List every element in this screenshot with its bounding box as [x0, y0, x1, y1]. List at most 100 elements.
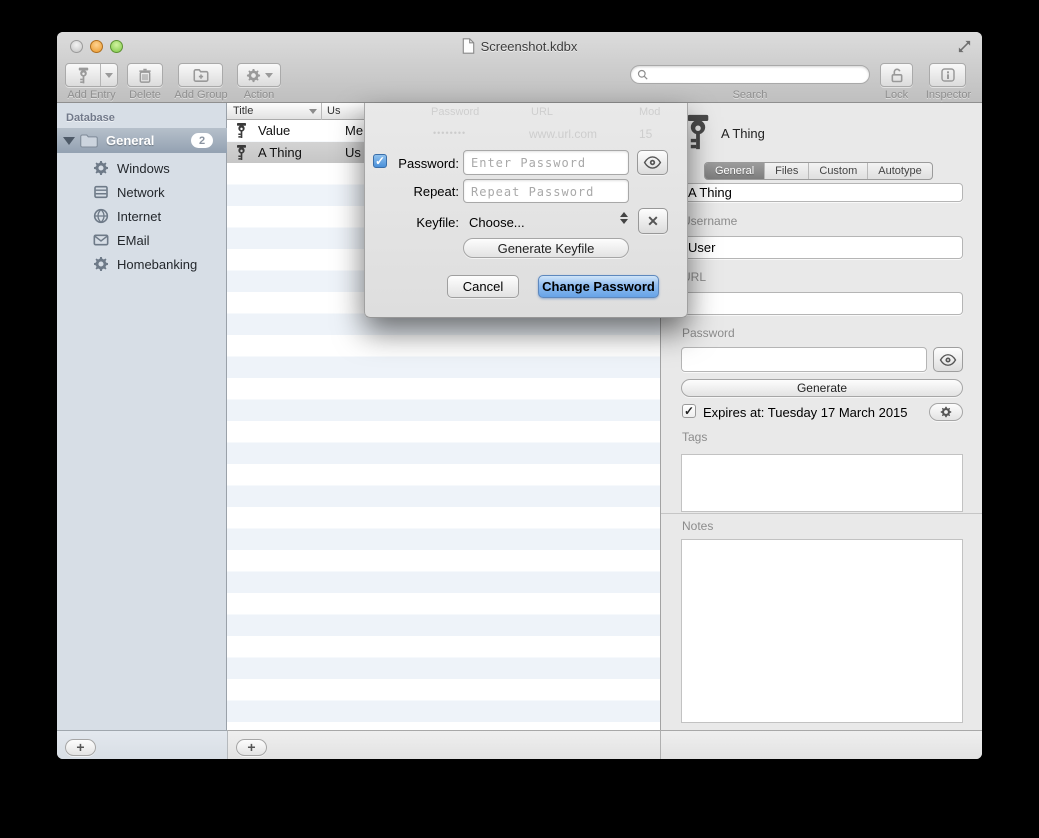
section-divider — [661, 513, 982, 514]
sidebar-group-label: General — [106, 133, 154, 148]
inspector-button[interactable] — [929, 63, 966, 87]
username-field[interactable] — [681, 236, 963, 259]
gear-icon — [93, 256, 109, 272]
change-password-label: Change Password — [542, 279, 655, 294]
entry-title: A Thing — [258, 145, 323, 160]
ghost-url-value: www.url.com — [529, 127, 597, 141]
tab-custom[interactable]: Custom — [809, 163, 868, 179]
keyfile-popup-button[interactable]: Choose... — [469, 215, 525, 230]
key-icon — [78, 67, 89, 84]
chevron-down-icon — [265, 73, 273, 78]
action-label: Action — [237, 89, 281, 101]
sheet-reveal-password-button[interactable] — [637, 150, 668, 175]
tab-autotype[interactable]: Autotype — [868, 163, 931, 179]
window-title: Screenshot.kdbx — [481, 39, 578, 54]
gear-icon — [940, 406, 952, 418]
notes-label: Notes — [682, 519, 713, 533]
lock-label: Lock — [869, 89, 924, 101]
folder-icon — [80, 134, 98, 148]
action-button[interactable] — [237, 63, 281, 87]
tags-textarea[interactable] — [681, 454, 963, 512]
envelope-icon — [93, 232, 109, 248]
sort-descending-icon — [309, 109, 317, 114]
sidebar-item-general[interactable]: General 2 — [57, 128, 227, 153]
inspector-bottom-bar — [660, 730, 982, 759]
sidebar-item-internet[interactable]: Internet — [57, 204, 227, 228]
change-password-button[interactable]: Change Password — [538, 275, 659, 298]
entry-title: Value — [258, 123, 323, 138]
sheet-repeat-input[interactable] — [463, 179, 629, 203]
search-input[interactable] — [630, 65, 870, 84]
window-title-group: Screenshot.kdbx — [57, 38, 982, 54]
generate-keyfile-label: Generate Keyfile — [498, 241, 595, 256]
eye-icon — [643, 156, 662, 169]
key-icon — [236, 145, 247, 160]
fullscreen-icon[interactable] — [957, 39, 972, 54]
search-label: Search — [630, 89, 870, 101]
column-divider[interactable] — [321, 103, 322, 120]
sheet-password-input[interactable] — [463, 150, 629, 175]
add-group-button[interactable] — [178, 63, 223, 87]
add-entry-plus-button[interactable]: + — [236, 739, 267, 756]
generate-password-button[interactable]: Generate — [681, 379, 963, 397]
sheet-keyfile-label: Keyfile: — [371, 215, 459, 230]
delete-label: Delete — [119, 89, 171, 101]
key-icon — [686, 112, 710, 152]
sidebar-item-homebanking[interactable]: Homebanking — [57, 252, 227, 276]
clear-keyfile-button[interactable]: ✕ — [638, 208, 668, 234]
x-icon: ✕ — [647, 213, 659, 230]
column-header-title[interactable]: Title — [233, 105, 253, 117]
add-group-label: Add Group — [171, 89, 231, 101]
ghost-password-dots: •••••••• — [433, 128, 466, 138]
tab-general[interactable]: General — [705, 163, 765, 179]
keyfile-value: Choose... — [469, 215, 525, 230]
sidebar-item-label: Homebanking — [117, 257, 197, 272]
notes-textarea[interactable] — [681, 539, 963, 723]
app-window: Screenshot.kdbx Add Entry Delete Add Gro… — [57, 32, 982, 759]
sidebar-item-label: Network — [117, 185, 165, 200]
table-bottom-bar: + — [227, 730, 660, 759]
tab-files[interactable]: Files — [765, 163, 809, 179]
add-group-plus-button[interactable]: + — [65, 739, 96, 756]
expires-settings-button[interactable] — [929, 403, 963, 421]
document-icon — [462, 38, 475, 54]
url-field[interactable] — [681, 292, 963, 315]
gear-icon — [93, 160, 109, 176]
sidebar-item-email[interactable]: EMail — [57, 228, 227, 252]
generate-keyfile-button[interactable]: Generate Keyfile — [463, 238, 629, 258]
sidebar-item-windows[interactable]: Windows — [57, 156, 227, 180]
key-icon — [236, 123, 247, 138]
sidebar-item-label: Windows — [117, 161, 170, 176]
inspector-panel: A Thing General Files Custom Autotype Us… — [660, 103, 982, 730]
search-icon — [637, 69, 649, 81]
title-field[interactable] — [681, 183, 963, 202]
gear-icon — [246, 68, 261, 83]
ghost-modified-value: 15 — [639, 127, 652, 141]
password-field[interactable] — [681, 347, 927, 372]
sheet-password-label: Password: — [371, 156, 459, 171]
password-label: Password — [682, 326, 735, 340]
inspector-label: Inspector — [921, 89, 976, 101]
sidebar-item-label: EMail — [117, 233, 150, 248]
folder-plus-icon — [192, 67, 210, 84]
info-icon — [940, 67, 956, 83]
lock-open-icon — [889, 67, 905, 84]
reveal-password-button[interactable] — [933, 347, 963, 372]
trash-icon — [137, 67, 153, 84]
ghost-header-password: Password — [431, 106, 479, 118]
delete-button[interactable] — [127, 63, 163, 87]
sidebar-item-network[interactable]: Network — [57, 180, 227, 204]
sidebar-section-header: Database — [66, 112, 115, 124]
expires-checkbox[interactable]: ✓ — [682, 404, 696, 418]
tags-label: Tags — [682, 430, 707, 444]
add-entry-label: Add Entry — [65, 89, 118, 101]
lock-button[interactable] — [880, 63, 913, 87]
stepper-updown-icon[interactable] — [620, 212, 628, 224]
cancel-label: Cancel — [463, 279, 503, 294]
change-password-sheet: Password URL Mod •••••••• www.url.com 15… — [364, 103, 688, 318]
add-entry-button[interactable] — [65, 63, 118, 87]
sheet-repeat-label: Repeat: — [371, 184, 459, 199]
cancel-button[interactable]: Cancel — [447, 275, 519, 298]
column-header-username[interactable]: Us — [327, 105, 340, 117]
disclosure-triangle-icon[interactable] — [63, 137, 75, 145]
